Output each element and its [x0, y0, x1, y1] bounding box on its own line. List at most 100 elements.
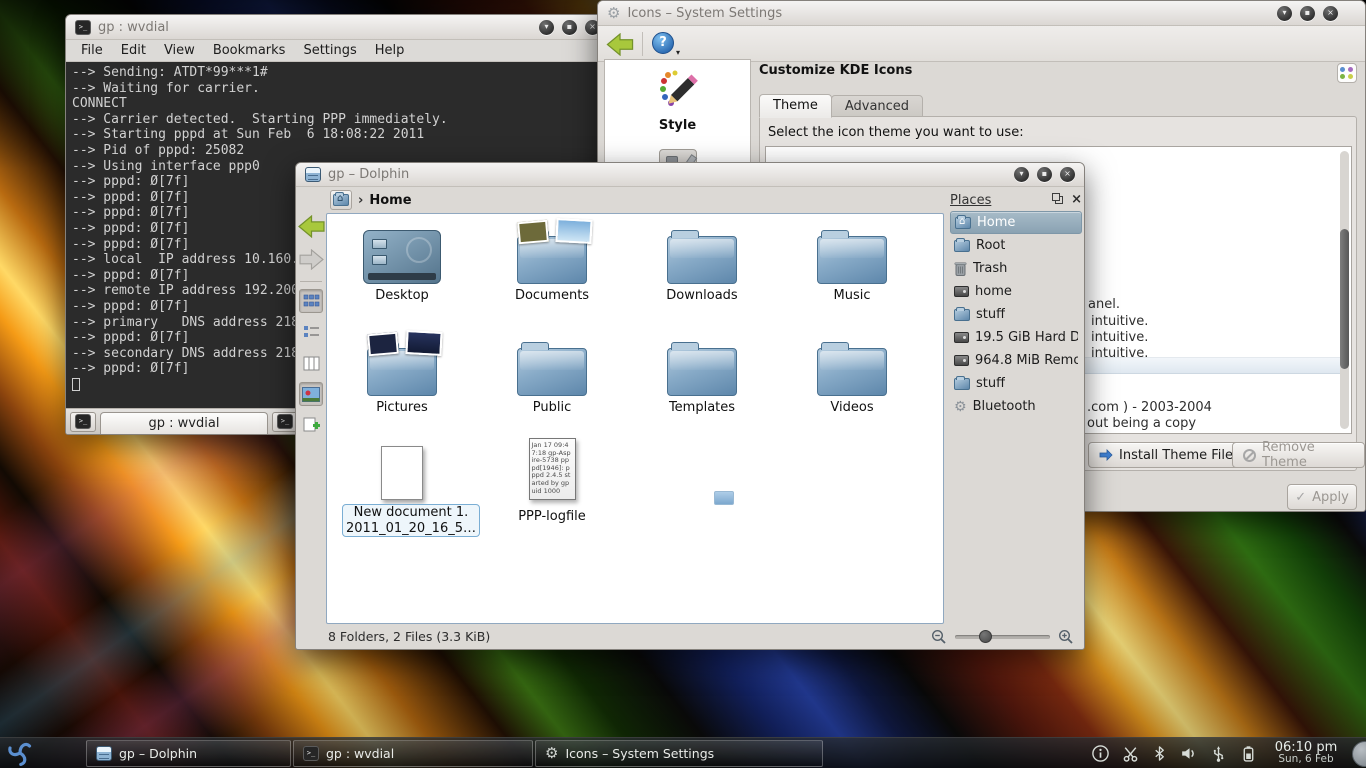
terminal-titlebar[interactable]: >_ gp : wvdial ▾ ▪ ×: [66, 15, 609, 40]
icons-view-button[interactable]: [299, 289, 323, 313]
maximize-button[interactable]: ▪: [562, 20, 577, 35]
terminal-icon: >_: [75, 414, 91, 429]
close-button[interactable]: ×: [1323, 6, 1338, 21]
terminal-icon: >_: [303, 746, 319, 761]
minimize-button[interactable]: ▾: [1014, 167, 1029, 182]
place-item-home[interactable]: Home: [950, 211, 1082, 234]
place-item-removable[interactable]: 964.8 MiB Remov…: [950, 349, 1082, 372]
folder-item-music[interactable]: Music: [797, 224, 907, 303]
task-system-settings[interactable]: ⚙ Icons – System Settings: [535, 740, 823, 767]
folder-icon: [817, 236, 887, 284]
clock[interactable]: 06:10 pm Sun, 6 Feb: [1272, 741, 1340, 766]
maximize-button[interactable]: ▪: [1300, 6, 1315, 21]
place-item-hard-drive[interactable]: 19.5 GiB Hard Drive: [950, 326, 1082, 349]
place-item-trash[interactable]: Trash: [950, 257, 1082, 280]
split-view-button[interactable]: [299, 413, 323, 437]
scrollbar-thumb[interactable]: [1340, 229, 1349, 369]
bluetooth-icon[interactable]: [1151, 744, 1168, 763]
task-dolphin[interactable]: gp – Dolphin: [86, 740, 291, 767]
overview-button[interactable]: [1337, 63, 1357, 83]
bluetooth-icon: ⚙: [954, 400, 967, 414]
volume-icon[interactable]: [1179, 744, 1198, 763]
file-item-ppp-logfile[interactable]: Jan 17 09:4 7:18 gp-Asp ire-5738 pp pd[1…: [492, 436, 612, 524]
system-settings-app-icon: ⚙: [607, 6, 620, 21]
menu-help[interactable]: Help: [366, 43, 414, 58]
icon-theme-tabs: Theme Advanced: [759, 94, 923, 118]
minimize-button[interactable]: ▾: [1277, 6, 1292, 21]
place-item-bluetooth[interactable]: ⚙ Bluetooth: [950, 395, 1082, 418]
select-theme-label: Select the icon theme you want to use:: [768, 125, 1024, 140]
zoom-in-icon[interactable]: [1058, 629, 1074, 645]
close-button[interactable]: ×: [1060, 167, 1075, 182]
document-file-icon: [381, 446, 423, 500]
chevron-down-icon[interactable]: ▾: [676, 48, 680, 57]
task-terminal[interactable]: >_ gp : wvdial: [293, 740, 533, 767]
back-arrow-icon: [298, 215, 325, 238]
apply-button[interactable]: ✓ Apply: [1287, 484, 1357, 510]
taskbar: gp – Dolphin >_ gp : wvdial ⚙ Icons – Sy…: [0, 737, 1366, 768]
folder-icon: [954, 309, 970, 321]
terminal-output-line: CONNECT: [72, 96, 603, 112]
folder-item-desktop[interactable]: Desktop: [347, 224, 457, 303]
dolphin-titlebar[interactable]: gp – Dolphin ▾ ▪ ×: [296, 163, 1084, 187]
folder-label: Downloads: [647, 288, 757, 303]
home-crumb-button[interactable]: [330, 190, 352, 210]
folder-icon: [667, 348, 737, 396]
zoom-slider-handle[interactable]: [979, 630, 992, 643]
menu-settings[interactable]: Settings: [294, 43, 365, 58]
dolphin-toolbar: [296, 213, 326, 624]
folder-item-videos[interactable]: Videos: [797, 336, 907, 415]
dolphin-file-view[interactable]: Desktop Documents Downloads Music Pictur…: [326, 213, 944, 624]
menu-edit[interactable]: Edit: [112, 43, 155, 58]
file-label: PPP-logfile: [492, 509, 612, 524]
place-item-root[interactable]: Root: [950, 234, 1082, 257]
clipboard-scissors-icon[interactable]: [1121, 744, 1140, 763]
tab-theme[interactable]: Theme: [759, 94, 832, 118]
maximize-button[interactable]: ▪: [1037, 167, 1052, 182]
dot-icon: [1348, 74, 1353, 79]
minimize-button[interactable]: ▾: [539, 20, 554, 35]
info-icon[interactable]: [1091, 744, 1110, 763]
place-item-stuff-2[interactable]: stuff: [950, 372, 1082, 395]
folder-icon: [954, 240, 970, 252]
preview-button[interactable]: [299, 382, 323, 406]
usb-device-icon[interactable]: [1209, 744, 1228, 763]
folder-item-documents[interactable]: Documents: [497, 224, 607, 303]
menu-file[interactable]: File: [72, 43, 112, 58]
system-settings-window-title: Icons – System Settings: [627, 6, 782, 21]
folder-item-downloads[interactable]: Downloads: [647, 224, 757, 303]
system-settings-titlebar[interactable]: ⚙ Icons – System Settings ▾ ▪ ×: [598, 1, 1365, 26]
folder-item-pictures[interactable]: Pictures: [347, 336, 457, 415]
drag-thumbnail: [714, 491, 734, 505]
menu-bookmarks[interactable]: Bookmarks: [204, 43, 295, 58]
folder-label: Desktop: [347, 288, 457, 303]
theme-description-text: out being a copy: [1087, 416, 1196, 431]
back-button[interactable]: [298, 215, 325, 242]
forward-button[interactable]: [299, 249, 324, 274]
new-tab-button[interactable]: >_: [70, 412, 96, 432]
details-view-button[interactable]: [299, 320, 323, 344]
help-button[interactable]: ?: [652, 32, 674, 54]
terminal-tab[interactable]: gp : wvdial: [100, 412, 268, 434]
menu-view[interactable]: View: [155, 43, 204, 58]
detach-panel-icon[interactable]: [1055, 196, 1063, 204]
app-launcher-button[interactable]: [0, 738, 40, 768]
file-item-new-document[interactable]: New document 1. 2011_01_20_16_5…: [342, 436, 462, 537]
style-icon: [655, 68, 701, 112]
battery-icon[interactable]: [1239, 744, 1258, 763]
folder-item-templates[interactable]: Templates: [647, 336, 757, 415]
back-button[interactable]: [606, 33, 634, 56]
panel-cashew-button[interactable]: [1352, 741, 1366, 767]
place-item-stuff[interactable]: stuff: [950, 303, 1082, 326]
close-panel-icon[interactable]: ×: [1071, 195, 1082, 205]
zoom-slider[interactable]: [955, 635, 1050, 639]
breadcrumb-location[interactable]: Home: [369, 193, 411, 208]
theme-list-text: intuitive.: [1091, 346, 1148, 361]
documents-folder-icon: [517, 236, 587, 284]
place-item-home-partition[interactable]: home: [950, 280, 1082, 303]
zoom-out-icon[interactable]: [931, 629, 947, 645]
columns-view-button[interactable]: [299, 351, 323, 375]
remove-theme-button[interactable]: Remove Theme: [1232, 442, 1365, 468]
folder-item-public[interactable]: Public: [497, 336, 607, 415]
dot-icon: [1340, 74, 1345, 79]
